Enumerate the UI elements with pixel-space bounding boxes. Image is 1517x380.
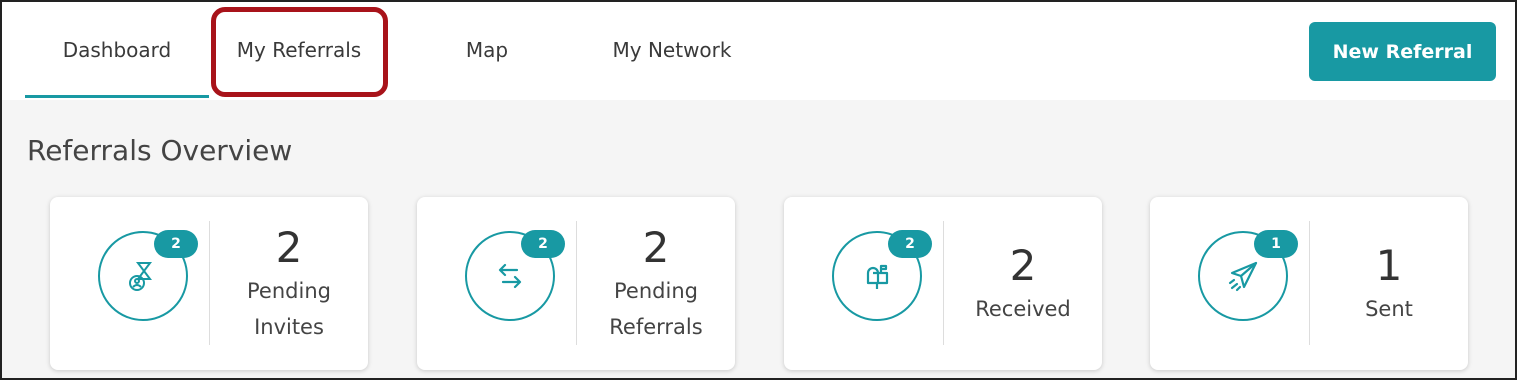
pending-referrals-card[interactable]: 2 2 Pending Referrals <box>417 197 735 370</box>
tab-dashboard[interactable]: Dashboard <box>25 2 209 98</box>
pending-referrals-count: 2 <box>642 222 670 272</box>
page-title: Referrals Overview <box>27 134 293 167</box>
top-nav-bar: Dashboard My Referrals Map My Network Ne… <box>2 2 1515 100</box>
received-label: Received <box>975 296 1071 321</box>
pending-invites-count: 2 <box>275 222 303 272</box>
received-card[interactable]: 2 2 Received <box>784 197 1102 370</box>
received-count: 2 <box>1009 240 1037 290</box>
sent-label: Sent <box>1365 296 1413 321</box>
tab-map-label: Map <box>465 38 509 62</box>
sent-count: 1 <box>1375 240 1403 290</box>
pending-referrals-label-line2: Referrals <box>609 314 703 339</box>
tab-my-network[interactable]: My Network <box>592 2 752 98</box>
pending-referrals-label-line1: Pending <box>614 278 698 303</box>
pending-invites-card[interactable]: 2 2 Pending Invites <box>50 197 368 370</box>
tab-my-network-label: My Network <box>612 38 732 62</box>
sent-card[interactable]: 1 1 Sent <box>1150 197 1468 370</box>
pending-invites-label-line1: Pending <box>247 278 331 303</box>
status-badge: 2 <box>521 230 565 258</box>
tab-dashboard-label: Dashboard <box>62 38 172 62</box>
status-badge: 2 <box>888 230 932 258</box>
status-badge: 1 <box>1254 230 1298 258</box>
tab-map[interactable]: Map <box>442 2 532 98</box>
pending-invites-label-line2: Invites <box>254 314 324 339</box>
status-badge: 2 <box>154 230 198 258</box>
my-referrals-highlight-box <box>211 7 388 97</box>
new-referral-button[interactable]: New Referral <box>1309 22 1496 81</box>
